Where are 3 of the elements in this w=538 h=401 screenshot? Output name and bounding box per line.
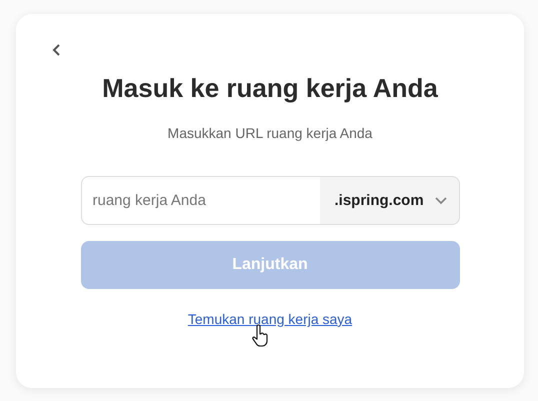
subtitle: Masukkan URL ruang kerja Anda	[168, 124, 372, 142]
page-title: Masuk ke ruang kerja Anda	[102, 72, 438, 104]
find-workspace-link[interactable]: Temukan ruang kerja saya	[188, 310, 352, 328]
